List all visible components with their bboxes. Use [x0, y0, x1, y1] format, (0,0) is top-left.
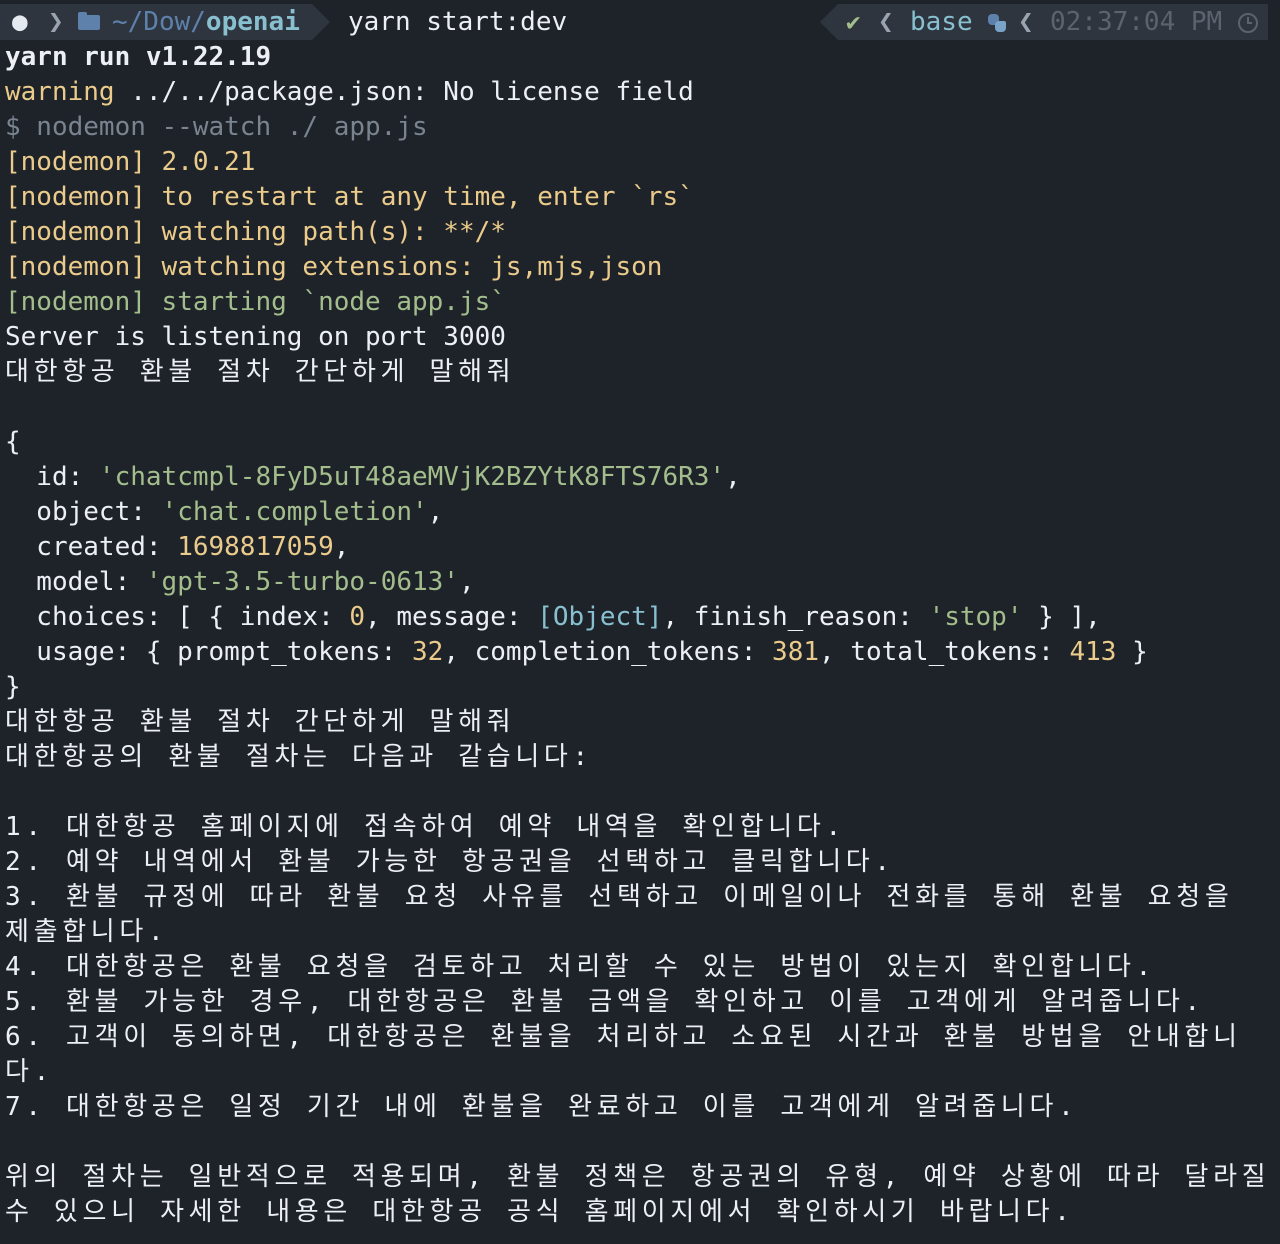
- current-path: ~/Dow/openai: [112, 7, 300, 37]
- json-created-line: created: 1698817059,: [5, 532, 350, 562]
- exec-line: $ nodemon --watch ./ app.js: [5, 112, 428, 142]
- prompt-bar: ● ❯ ~/Dow/openai yarn start:dev ✔ ❮ base…: [0, 0, 1280, 44]
- answer-intro: 대한항공의 환불 절차는 다음과 같습니다:: [5, 742, 593, 772]
- chevron-left-icon: ❮: [878, 7, 894, 37]
- folder-icon: [78, 4, 102, 40]
- python-icon: [988, 14, 1006, 32]
- nodemon-line: [nodemon] 2.0.21: [5, 147, 256, 177]
- apple-icon: ●: [12, 7, 28, 37]
- answer-step: 7. 대한항공은 일정 기간 내에 환불을 완료하고 이를 고객에게 알려줍니다…: [5, 1092, 1079, 1122]
- yarn-version-line: yarn run v1.22.19: [5, 42, 272, 72]
- nodemon-line: [nodemon] watching extensions: js,mjs,js…: [5, 252, 663, 282]
- prompt-time: 02:37:04 PM: [1050, 7, 1223, 37]
- answer-step: 4. 대한항공은 환불 요청을 검토하고 처리할 수 있는 방법이 있는지 확인…: [5, 952, 1156, 982]
- command-text: yarn start:dev: [348, 7, 568, 37]
- json-close-brace: }: [5, 672, 21, 702]
- json-id-line: id: 'chatcmpl-8FyD5uT48aeMVjK2BZYtK8FTS7…: [5, 462, 741, 492]
- nodemon-line: [nodemon] watching path(s): **/*: [5, 217, 506, 247]
- terminal-output: yarn run v1.22.19 warning ../../package.…: [5, 40, 1275, 1230]
- status-check-icon: ✔: [846, 8, 861, 36]
- answer-closing: 위의 절차는 일반적으로 적용되며, 환불 정책은 항공권의 유형, 예약 상황…: [5, 1162, 1271, 1227]
- json-usage-line: usage: { prompt_tokens: 32, completion_t…: [5, 637, 1148, 667]
- nodemon-line: [nodemon] starting `node app.js`: [5, 287, 506, 317]
- answer-step: 5. 환불 가능한 경우, 대한항공은 환불 금액을 확인하고 이를 고객에게 …: [5, 987, 1205, 1017]
- answer-step: 2. 예약 내역에서 환불 가능한 항공권을 선택하고 클릭합니다.: [5, 847, 895, 877]
- chevron-right-icon: ❯: [48, 7, 64, 37]
- clock-icon: [1238, 13, 1258, 33]
- answer-step: 6. 고객이 동의하면, 대한항공은 환불을 처리하고 소요된 시간과 환불 방…: [5, 1022, 1242, 1087]
- json-open-brace: {: [5, 427, 21, 457]
- query-echo-line: 대한항공 환불 절차 간단하게 말해줘: [5, 707, 516, 737]
- warning-line: warning ../../package.json: No license f…: [5, 77, 694, 107]
- prompt-left-segment: ● ❯ ~/Dow/openai: [0, 4, 330, 40]
- answer-step: 3. 환불 규정에 따라 환불 요청 사유를 선택하고 이메일이나 전화를 통해…: [5, 882, 1254, 947]
- chevron-left-icon: ❮: [1018, 7, 1034, 37]
- server-line: Server is listening on port 3000: [5, 322, 506, 352]
- json-object-line: object: 'chat.completion',: [5, 497, 444, 527]
- env-name: base: [910, 7, 973, 37]
- json-choices-line: choices: [ { index: 0, message: [Object]…: [5, 602, 1101, 632]
- json-model-line: model: 'gpt-3.5-turbo-0613',: [5, 567, 475, 597]
- answer-step: 1. 대한항공 홈페이지에 접속하여 예약 내역을 확인합니다.: [5, 812, 846, 842]
- terminal-window[interactable]: ● ❯ ~/Dow/openai yarn start:dev ✔ ❮ base…: [0, 0, 1280, 1244]
- query-line: 대한항공 환불 절차 간단하게 말해줘: [5, 357, 516, 387]
- nodemon-line: [nodemon] to restart at any time, enter …: [5, 182, 694, 212]
- prompt-right-segment: ✔ ❮ base ❮ 02:37:04 PM: [820, 4, 1268, 40]
